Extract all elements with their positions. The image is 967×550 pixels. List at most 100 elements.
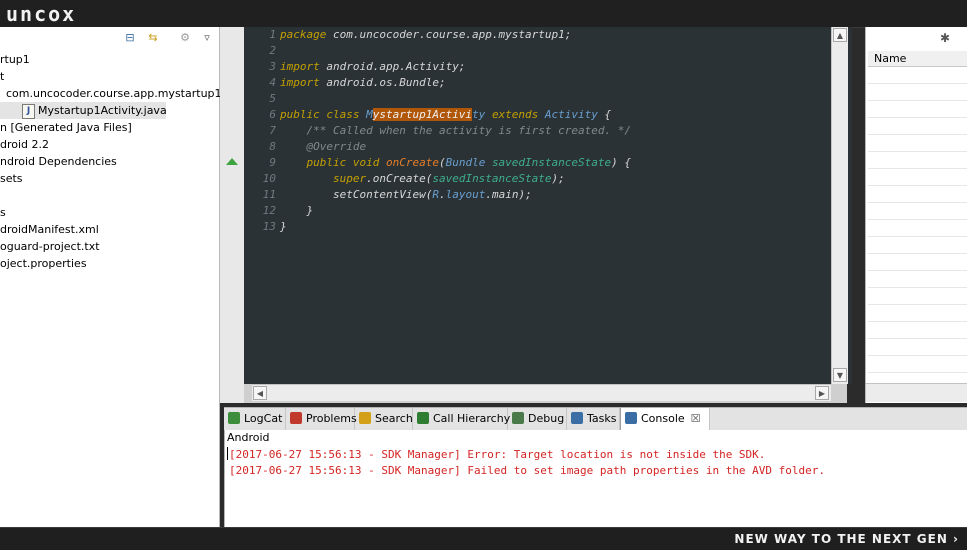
- tree-item-label: s: [0, 206, 6, 219]
- editor-marker-gutter: [220, 27, 244, 403]
- tab-label: Console: [641, 412, 685, 425]
- tab-icon: [290, 412, 302, 424]
- code-token: ystartup1Activi: [372, 108, 473, 121]
- line-number: 10: [262, 172, 276, 185]
- scroll-right-icon[interactable]: ▶: [815, 386, 829, 400]
- code-token: }: [280, 220, 287, 233]
- tab-icon: [512, 412, 524, 424]
- tree-item[interactable]: s: [0, 204, 6, 221]
- console-line: [2017-06-27 15:56:13 - SDK Manager] Fail…: [229, 464, 826, 477]
- tree-item[interactable]: sets: [0, 170, 23, 187]
- editor-horizontal-scrollbar[interactable]: ◀ ▶: [252, 384, 831, 401]
- line-number: 4: [269, 76, 276, 89]
- scroll-down-icon[interactable]: ▼: [833, 368, 847, 382]
- explorer-toolbar: ⊟ ⇆ ⚙ ▿: [0, 27, 219, 49]
- tab-label: Debug: [528, 412, 565, 425]
- tree-item[interactable]: rtup1: [0, 51, 30, 68]
- code-token: public void: [280, 156, 386, 169]
- scroll-left-icon[interactable]: ◀: [253, 386, 267, 400]
- link-editor-icon[interactable]: ⇆: [146, 31, 160, 45]
- tree-item[interactable]: droid 2.2: [0, 136, 49, 153]
- code-token: );: [551, 172, 565, 185]
- line-number: 7: [269, 124, 276, 137]
- tab-debug[interactable]: Debug: [508, 408, 567, 430]
- line-number: 12: [262, 204, 276, 217]
- code-line: public class Mystartup1Activity extends …: [280, 108, 611, 121]
- code-line: /** Called when the activity is first cr…: [280, 124, 631, 137]
- code-token: ) {: [611, 156, 632, 169]
- scroll-up-icon[interactable]: ▲: [833, 28, 847, 42]
- code-token: @Override: [280, 140, 367, 153]
- panel-horizontal-scrollbar[interactable]: [866, 383, 967, 402]
- tab-call-hierarchy[interactable]: Call Hierarchy: [413, 408, 510, 430]
- bug-icon[interactable]: ✱: [938, 31, 952, 45]
- name-column-header[interactable]: Name: [868, 51, 967, 67]
- java-file-icon: J: [22, 103, 35, 119]
- tree-item-label: oject.properties: [0, 257, 87, 270]
- code-token: public class: [280, 108, 367, 121]
- code-token: Bundle: [445, 156, 492, 169]
- code-line: @Override: [280, 140, 366, 153]
- tab-icon: [359, 412, 371, 424]
- code-line: import android.app.Activity;: [280, 60, 465, 73]
- code-token: android.os.Bundle;: [326, 76, 446, 89]
- code-token: .main);: [485, 188, 532, 201]
- header-bar: uncox: [0, 0, 967, 28]
- code-token: import: [280, 60, 327, 73]
- code-editor[interactable]: 1 2 3 4 5 6 7 8 9 10 11 12 13 package com.uncocoder.c…: [244, 27, 852, 384]
- tab-label: Tasks: [587, 412, 617, 425]
- line-number: 9: [269, 156, 276, 169]
- tab-problems[interactable]: Problems: [286, 408, 357, 430]
- editor-vertical-scrollbar[interactable]: ▲ ▼: [831, 27, 848, 384]
- tree-item-label: t: [0, 70, 5, 83]
- tree-item-label: Mystartup1Activity.java: [38, 104, 167, 117]
- line-number: 3: [269, 60, 276, 73]
- tree-item[interactable]: ndroid Dependencies: [0, 153, 117, 170]
- console-title: Android: [227, 431, 270, 444]
- chevron-down-icon[interactable]: ▿: [200, 31, 214, 45]
- tree-item[interactable]: oguard-project.txt: [0, 238, 100, 255]
- tab-icon: [625, 412, 637, 424]
- close-icon[interactable]: ☒: [691, 412, 701, 425]
- tab-label: Search: [375, 412, 413, 425]
- tree-item[interactable]: droidManifest.xml: [0, 221, 99, 238]
- tree-item-label: rtup1: [0, 53, 30, 66]
- tab-console[interactable]: Console ☒: [620, 408, 710, 430]
- package-explorer: ⊟ ⇆ ⚙ ▿ rtup1 t com.uncocoder.course.app.m…: [0, 27, 222, 527]
- brand-logo: uncox: [6, 2, 77, 26]
- tree-item[interactable]: t: [0, 68, 4, 85]
- tree-item[interactable]: com.uncocoder.course.app.mystartup1: [0, 85, 222, 102]
- line-number: 2: [269, 44, 276, 57]
- tree-item-label: ndroid Dependencies: [0, 155, 117, 168]
- text-cursor: [227, 447, 228, 460]
- code-line: super.onCreate(savedInstanceState);: [280, 172, 565, 185]
- variables-panel: ✱ Name: [865, 27, 967, 403]
- tab-icon: [571, 412, 583, 424]
- tab-search[interactable]: Search: [355, 408, 413, 430]
- editor-frame: 1 2 3 4 5 6 7 8 9 10 11 12 13 package com.uncocoder.c…: [220, 27, 852, 403]
- tab-logcat[interactable]: LogCat: [224, 408, 286, 430]
- tree-item-label: com.uncocoder.course.app.mystartup1: [6, 87, 222, 100]
- code-token: Activity: [544, 108, 605, 121]
- console-view[interactable]: Android [2017-06-27 15:56:13 - SDK Manag…: [224, 430, 967, 527]
- code-line: package com.uncocoder.course.app.mystart…: [280, 28, 571, 41]
- tab-tasks[interactable]: Tasks: [567, 408, 620, 430]
- tree-item[interactable]: n [Generated Java Files]: [0, 119, 132, 136]
- view-menu-icon[interactable]: ⚙: [178, 31, 192, 45]
- tree-item[interactable]: J Mystartup1Activity.java: [0, 102, 167, 119]
- code-token: .onCreate(: [366, 172, 433, 185]
- line-number: 1: [269, 28, 276, 41]
- code-line: import android.os.Bundle;: [280, 76, 446, 89]
- override-marker-icon[interactable]: [226, 158, 238, 165]
- tree-item-label: n [Generated Java Files]: [0, 121, 132, 134]
- footer-bar: NEW WAY TO THE NEXT GEN ›: [0, 527, 967, 550]
- line-number: 11: [262, 188, 276, 201]
- code-token: ty: [472, 108, 492, 121]
- code-token: setContentView(: [280, 188, 433, 201]
- code-token: /** Called when the activity is first cr…: [280, 124, 631, 137]
- code-token: M: [366, 108, 373, 121]
- tree-item[interactable]: oject.properties: [0, 255, 87, 272]
- collapse-all-icon[interactable]: ⊟: [123, 31, 137, 45]
- line-number: 8: [269, 140, 276, 153]
- line-number: 5: [269, 92, 276, 105]
